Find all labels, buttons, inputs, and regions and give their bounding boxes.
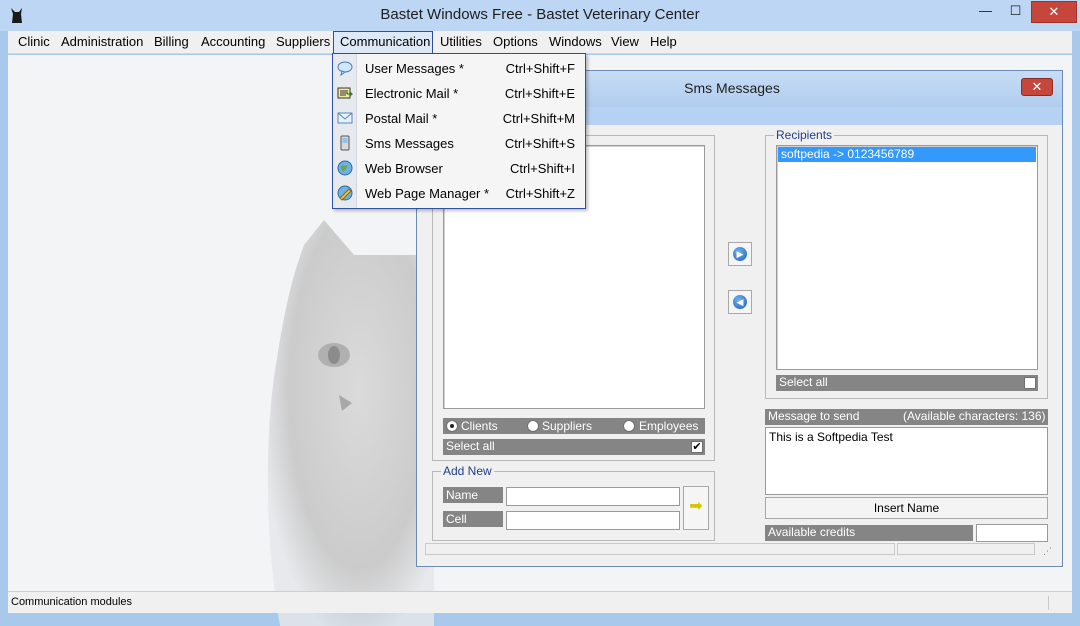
title-bar: Bastet Windows Free - Bastet Veterinary … xyxy=(0,0,1080,31)
menu-item-shortcut: Ctrl+Shift+E xyxy=(504,86,575,101)
employees-radio[interactable] xyxy=(623,420,635,432)
available-credits-label: Available credits xyxy=(765,525,973,541)
menu-bar: Clinic Administration Billing Accounting… xyxy=(8,31,1072,54)
sms-close-button[interactable]: ✕ xyxy=(1021,78,1053,96)
recipients-select-all-checkbox[interactable] xyxy=(1024,377,1036,389)
menu-item-shortcut: Ctrl+Shift+F xyxy=(505,61,575,76)
menu-item-shortcut: Ctrl+Shift+Z xyxy=(505,186,575,201)
speech-bubble-icon xyxy=(337,60,353,77)
arrow-right-icon: ▶ xyxy=(733,247,747,261)
menu-clinic[interactable]: Clinic xyxy=(12,31,56,54)
menu-item-shortcut: Ctrl+Shift+M xyxy=(502,111,575,126)
add-new-label: Add New xyxy=(441,464,494,478)
cat-background-image xyxy=(267,220,434,626)
minimize-button[interactable]: — xyxy=(972,1,999,23)
name-label: Name xyxy=(443,487,503,503)
envelope-icon xyxy=(337,110,353,126)
menu-administration[interactable]: Administration xyxy=(55,31,149,54)
clients-radio[interactable] xyxy=(446,420,458,432)
menu-utilities[interactable]: Utilities xyxy=(434,31,488,54)
recipients-select-all-label: Select all xyxy=(779,375,828,389)
menu-item-user-messages[interactable]: User Messages * Ctrl+Shift+F xyxy=(333,56,585,81)
sms-status-panel-2 xyxy=(897,543,1035,555)
menu-item-label: Electronic Mail * xyxy=(365,86,459,101)
arrow-right-icon: ➡ xyxy=(689,498,703,515)
menu-view[interactable]: View xyxy=(605,31,645,54)
menu-windows[interactable]: Windows xyxy=(543,31,608,54)
suppliers-radio[interactable] xyxy=(527,420,539,432)
menu-communication[interactable]: Communication xyxy=(333,31,433,54)
close-button[interactable]: ✕ xyxy=(1031,1,1077,23)
menu-item-web-page-manager[interactable]: Web Page Manager * Ctrl+Shift+Z xyxy=(333,181,585,206)
employees-label: Employees xyxy=(639,419,699,433)
cell-input[interactable] xyxy=(506,511,680,530)
status-panel xyxy=(1048,596,1052,610)
menu-accounting[interactable]: Accounting xyxy=(195,31,271,54)
recipients-select-all-bar: Select all xyxy=(776,375,1038,391)
remove-recipient-button[interactable]: ◀ xyxy=(728,290,752,314)
name-input[interactable] xyxy=(506,487,680,506)
menu-item-label: Web Browser xyxy=(365,161,443,176)
menu-billing[interactable]: Billing xyxy=(148,31,195,54)
menu-item-label: Sms Messages xyxy=(365,136,454,151)
available-characters: (Available characters: 136) xyxy=(903,409,1046,423)
add-contact-button[interactable]: ➡ xyxy=(683,486,709,530)
menu-item-label: User Messages * xyxy=(365,61,464,76)
arrow-left-icon: ◀ xyxy=(733,295,747,309)
globe-icon xyxy=(337,160,353,176)
clients-label: Clients xyxy=(461,419,498,433)
cell-label: Cell xyxy=(443,511,503,527)
recipients-label: Recipients xyxy=(774,128,835,142)
contacts-select-all-label: Select all xyxy=(446,439,495,453)
maximize-button[interactable]: ☐ xyxy=(1002,1,1029,23)
communication-menu: User Messages * Ctrl+Shift+F Electronic … xyxy=(332,53,586,209)
recipient-item[interactable]: softpedia -> 0123456789 xyxy=(778,147,1036,162)
status-text: Communication modules xyxy=(11,596,133,608)
menu-item-label: Web Page Manager * xyxy=(365,186,490,201)
menu-item-sms-messages[interactable]: Sms Messages Ctrl+Shift+S xyxy=(333,131,585,156)
menu-options[interactable]: Options xyxy=(487,31,544,54)
add-recipient-button[interactable]: ▶ xyxy=(728,242,752,266)
menu-item-shortcut: Ctrl+Shift+I xyxy=(509,161,575,176)
menu-suppliers[interactable]: Suppliers xyxy=(270,31,336,54)
menu-item-postal-mail[interactable]: Postal Mail * Ctrl+Shift+M xyxy=(333,106,585,131)
menu-help[interactable]: Help xyxy=(644,31,683,54)
message-label: Message to send xyxy=(768,409,860,423)
sms-status-panel-1 xyxy=(425,543,895,555)
resize-grip-icon[interactable]: ⋰ xyxy=(1043,547,1055,559)
window-title: Bastet Windows Free - Bastet Veterinary … xyxy=(380,6,700,23)
available-credits-value xyxy=(976,524,1048,542)
status-bar: Communication modules xyxy=(8,591,1072,613)
menu-item-shortcut: Ctrl+Shift+S xyxy=(504,136,575,151)
insert-name-button[interactable]: Insert Name xyxy=(765,497,1048,519)
recipients-list[interactable]: softpedia -> 0123456789 xyxy=(776,145,1038,370)
contacts-select-all-checkbox[interactable]: ✔ xyxy=(691,441,703,453)
suppliers-label: Suppliers xyxy=(542,419,593,433)
message-textarea[interactable]: This is a Softpedia Test xyxy=(765,427,1048,495)
menu-item-web-browser[interactable]: Web Browser Ctrl+Shift+I xyxy=(333,156,585,181)
web-page-icon xyxy=(337,185,353,201)
message-header: Message to send (Available characters: 1… xyxy=(765,409,1048,425)
contacts-select-all-bar: Select all ✔ xyxy=(443,439,705,455)
email-icon xyxy=(337,85,354,101)
menu-item-label: Postal Mail * xyxy=(365,111,438,126)
add-new-group: Add New xyxy=(432,464,715,541)
menu-item-electronic-mail[interactable]: Electronic Mail * Ctrl+Shift+E xyxy=(333,81,585,106)
mobile-phone-icon xyxy=(337,135,353,151)
contact-type-bar: Clients Suppliers Employees xyxy=(443,418,705,434)
